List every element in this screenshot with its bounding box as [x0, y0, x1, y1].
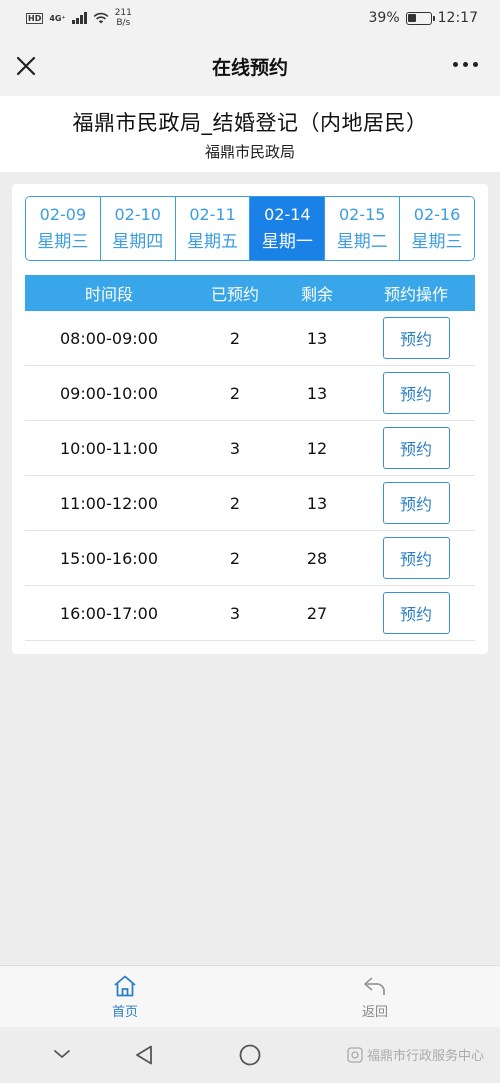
slot-operation: 预约 — [357, 537, 475, 579]
slot-time: 15:00-16:00 — [60, 548, 158, 568]
signal-icon — [71, 12, 87, 24]
header-operation: 预约操作 — [383, 285, 448, 304]
slot-remaining: 13 — [306, 383, 328, 403]
home-icon — [114, 975, 136, 996]
net-speed: 211 B/s — [115, 8, 132, 28]
date-tab-date: 02-10 — [114, 204, 161, 224]
net-speed-unit: B/s — [116, 18, 131, 28]
slot-remaining: 12 — [306, 438, 328, 458]
nav-home-circle-icon[interactable] — [238, 1043, 262, 1067]
date-tab-weekday: 星期三 — [411, 231, 463, 252]
bottom-tab-bar: 首页 返回 — [0, 965, 500, 1027]
more-dots-icon[interactable] — [453, 56, 478, 73]
date-tab-weekday: 星期二 — [336, 231, 388, 252]
header-booked: 已预约 — [210, 285, 259, 304]
slot-booked: 2 — [229, 383, 241, 403]
slot-remaining: 28 — [306, 548, 328, 568]
date-tab-0[interactable]: 02-09 星期三 — [26, 197, 101, 260]
date-tab-date: 02-15 — [338, 204, 386, 224]
book-button[interactable]: 预约 — [382, 537, 450, 579]
slot-operation: 预约 — [357, 592, 475, 634]
date-tab-date: 02-14 — [264, 204, 311, 224]
slot-time: 11:00-12:00 — [60, 493, 158, 513]
date-tab-2[interactable]: 02-11 星期五 — [175, 197, 251, 260]
page-title: 在线预约 — [211, 56, 288, 79]
date-tab-weekday: 星期四 — [112, 231, 164, 252]
battery-fill — [408, 14, 417, 22]
book-button[interactable]: 预约 — [382, 317, 450, 359]
table-row: 11:00-12:00 2 13 预约 — [25, 476, 475, 531]
date-tab-date: 02-11 — [189, 204, 236, 224]
slot-booked: 2 — [229, 493, 241, 513]
header-card: 福鼎市民政局_结婚登记（内地居民） 福鼎市民政局 — [0, 96, 500, 172]
watermark: 福鼎市行政服务中心 — [347, 1045, 484, 1064]
slot-booked: 3 — [229, 438, 241, 458]
slot-operation: 预约 — [357, 317, 475, 359]
date-tab-weekday: 星期三 — [37, 231, 89, 252]
wechat-channel-icon — [347, 1046, 363, 1063]
date-tab-3[interactable]: 02-14 星期一 — [250, 197, 326, 260]
chevron-down-icon[interactable] — [52, 1047, 72, 1061]
battery-percent: 39% — [368, 10, 400, 26]
tab-home[interactable]: 首页 — [0, 966, 250, 1027]
wifi-icon — [93, 12, 109, 24]
slot-time: 10:00-11:00 — [60, 438, 158, 458]
status-right: 39% 12:17 — [369, 10, 478, 26]
date-tab-5[interactable]: 02-16 星期三 — [400, 197, 474, 260]
status-bar: HD 4G⁺ 211 B/s 39% 12:17 — [0, 0, 500, 36]
table-row: 15:00-16:00 2 28 预约 — [25, 531, 475, 586]
table-header: 时间段 已预约 剩余 预约操作 — [25, 275, 475, 311]
date-tab-date: 02-16 — [413, 204, 461, 224]
slot-remaining: 13 — [306, 328, 328, 348]
table-row: 08:00-09:00 2 13 预约 — [25, 311, 475, 366]
hd-badge: HD — [26, 12, 44, 24]
header-remaining: 剩余 — [300, 285, 333, 304]
slot-booked: 2 — [229, 548, 241, 568]
tab-back[interactable]: 返回 — [250, 966, 500, 1027]
table-row: 10:00-11:00 3 12 预约 — [25, 421, 475, 476]
book-button[interactable]: 预约 — [382, 592, 450, 634]
tab-back-label: 返回 — [361, 1004, 388, 1020]
date-tab-1[interactable]: 02-10 星期四 — [100, 197, 176, 260]
date-tabs: 02-09 星期三 02-10 星期四 02-11 星期五 02-14 星期一 … — [25, 196, 475, 261]
booking-card: 02-09 星期三 02-10 星期四 02-11 星期五 02-14 星期一 … — [12, 184, 488, 654]
close-icon[interactable] — [14, 54, 38, 78]
slot-operation: 预约 — [357, 372, 475, 414]
status-left: HD 4G⁺ 211 B/s — [26, 8, 132, 28]
slot-remaining: 27 — [306, 603, 328, 623]
date-tab-4[interactable]: 02-15 星期二 — [325, 197, 401, 260]
slot-time: 16:00-17:00 — [60, 603, 158, 623]
header-time: 时间段 — [84, 285, 133, 304]
net-speed-value: 211 — [114, 8, 132, 18]
slot-operation: 预约 — [357, 427, 475, 469]
table-row: 16:00-17:00 3 27 预约 — [25, 586, 475, 641]
tab-home-label: 首页 — [111, 1004, 138, 1020]
slot-table: 时间段 已预约 剩余 预约操作 08:00-09:00 2 13 预约 09:0… — [25, 275, 475, 641]
book-button[interactable]: 预约 — [382, 482, 450, 524]
nav-bar: 在线预约 — [0, 36, 500, 96]
slot-booked: 2 — [229, 328, 241, 348]
book-button[interactable]: 预约 — [382, 372, 450, 414]
date-tab-weekday: 星期一 — [261, 231, 313, 252]
slot-operation: 预约 — [357, 482, 475, 524]
slot-remaining: 13 — [306, 493, 328, 513]
slot-time: 09:00-10:00 — [60, 383, 158, 403]
network-type: 4G⁺ — [49, 13, 66, 23]
slot-time: 08:00-09:00 — [60, 328, 158, 348]
back-arrow-icon — [364, 976, 385, 995]
battery-icon — [405, 11, 435, 25]
service-subtitle: 福鼎市民政局 — [204, 143, 295, 161]
table-row: 09:00-10:00 2 13 预约 — [25, 366, 475, 421]
service-title: 福鼎市民政局_结婚登记（内地居民） — [72, 111, 428, 135]
clock: 12:17 — [437, 10, 478, 26]
nav-back-triangle-icon[interactable] — [133, 1044, 155, 1066]
watermark-text: 福鼎市行政服务中心 — [366, 1049, 484, 1064]
date-tab-date: 02-09 — [39, 204, 87, 224]
date-tab-weekday: 星期五 — [187, 231, 239, 252]
book-button[interactable]: 预约 — [382, 427, 450, 469]
slot-booked: 3 — [229, 603, 241, 623]
